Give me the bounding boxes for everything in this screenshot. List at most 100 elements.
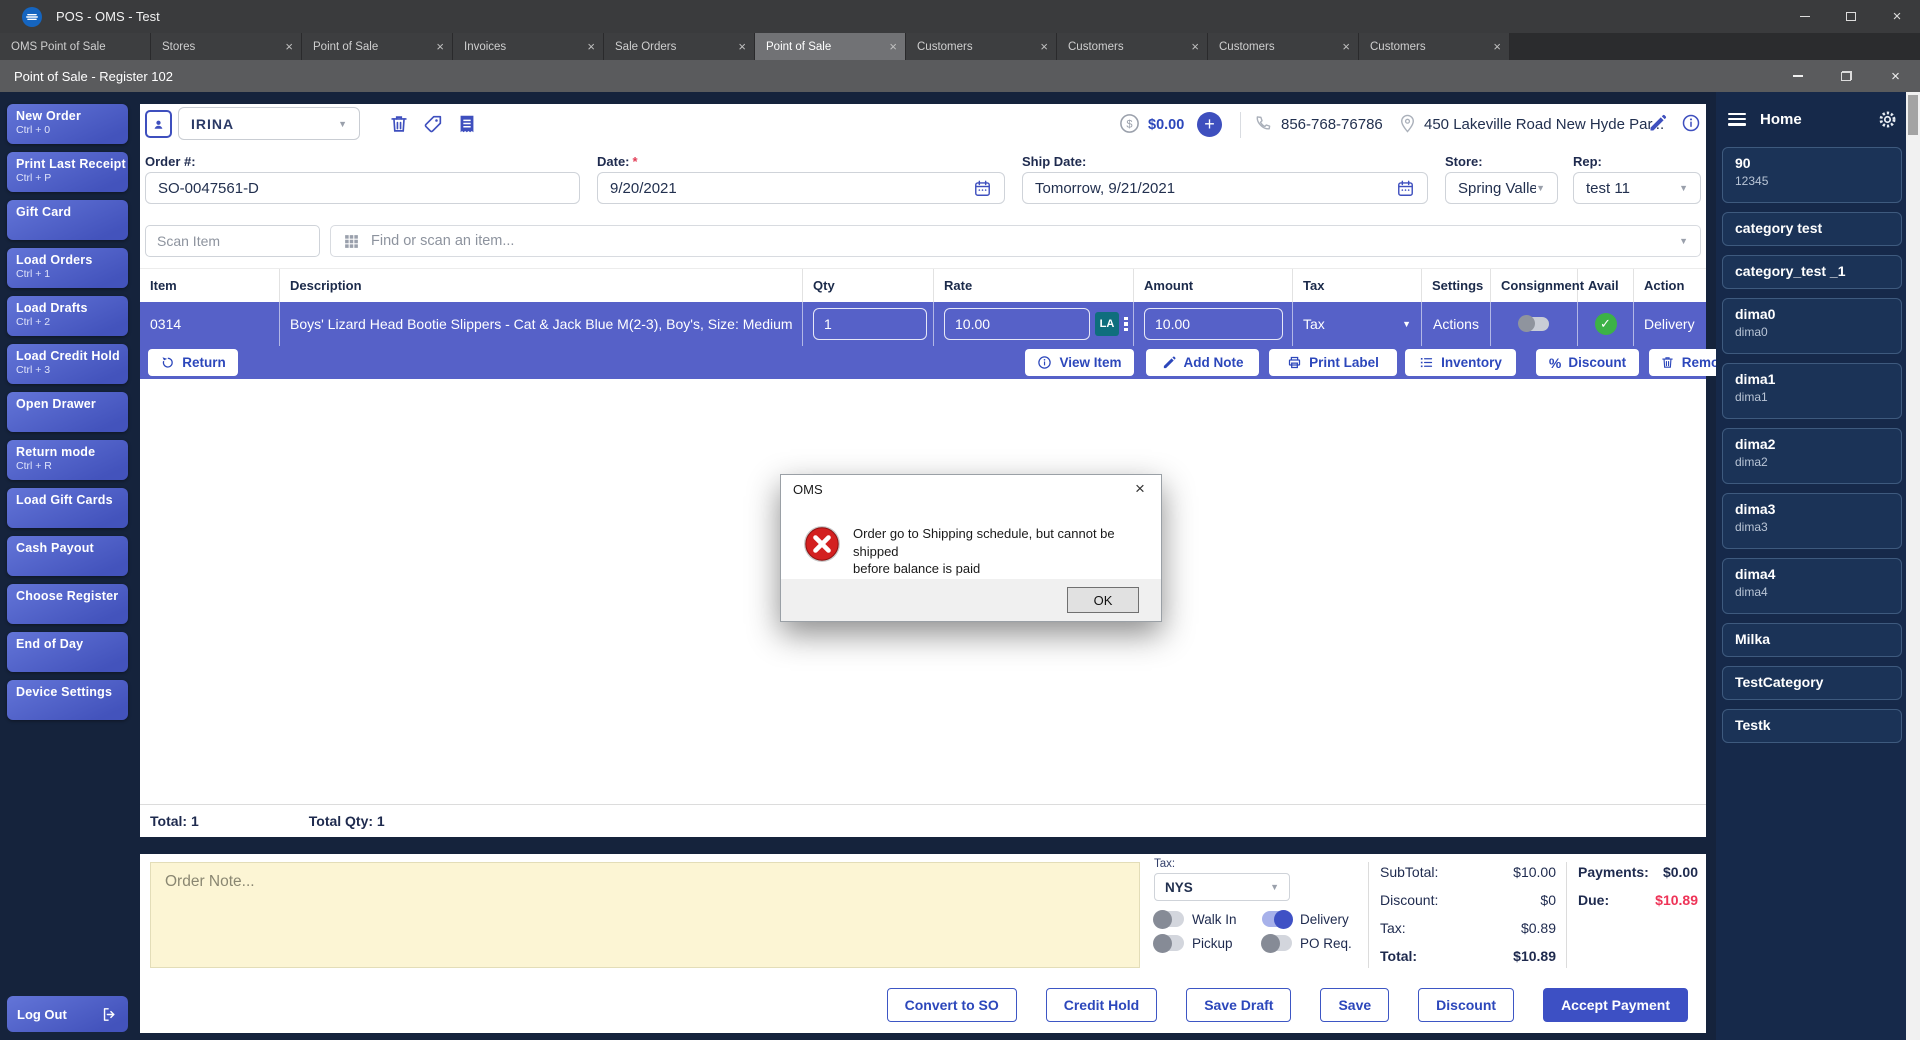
discount-button[interactable]: Discount bbox=[1418, 988, 1515, 1022]
receipt-icon[interactable] bbox=[456, 113, 480, 137]
tab-customers-4[interactable]: Customers × bbox=[1359, 33, 1510, 60]
close-icon[interactable]: × bbox=[1874, 0, 1920, 33]
tab-customers-3[interactable]: Customers × bbox=[1208, 33, 1359, 60]
end-of-day-button[interactable]: End of Day bbox=[7, 632, 128, 672]
minimize-icon[interactable] bbox=[1773, 60, 1822, 92]
minimize-icon[interactable] bbox=[1782, 0, 1828, 33]
pickup-toggle[interactable] bbox=[1153, 933, 1184, 953]
more-options-icon[interactable] bbox=[1124, 316, 1128, 332]
find-item-select[interactable]: Find or scan an item... ▼ bbox=[330, 225, 1701, 257]
info-icon[interactable] bbox=[1681, 113, 1703, 135]
tab-close-icon[interactable]: × bbox=[285, 39, 293, 54]
tab-close-icon[interactable]: × bbox=[1191, 39, 1199, 54]
save-draft-button[interactable]: Save Draft bbox=[1186, 988, 1292, 1022]
view-item-button[interactable]: View Item bbox=[1025, 349, 1134, 376]
qty-input[interactable]: 1 bbox=[813, 308, 927, 340]
print-label-button[interactable]: Print Label bbox=[1269, 349, 1397, 376]
return-mode-button[interactable]: Return mode Ctrl + R bbox=[7, 440, 128, 480]
customer-select[interactable]: IRINA ▼ bbox=[178, 107, 360, 140]
calendar-icon[interactable] bbox=[973, 179, 992, 198]
tab-stores[interactable]: Stores × bbox=[151, 33, 302, 60]
category-card[interactable]: TestCategory bbox=[1722, 666, 1902, 700]
category-card[interactable]: dima2 dima2 bbox=[1722, 428, 1902, 484]
accept-payment-button[interactable]: Accept Payment bbox=[1543, 988, 1688, 1022]
rate-input[interactable]: 10.00 bbox=[944, 308, 1090, 340]
category-card[interactable]: Milka bbox=[1722, 623, 1902, 657]
delivery-toggle[interactable] bbox=[1262, 909, 1293, 929]
category-card[interactable]: dima3 dima3 bbox=[1722, 493, 1902, 549]
open-drawer-button[interactable]: Open Drawer bbox=[7, 392, 128, 432]
credit-hold-button[interactable]: Credit Hold bbox=[1045, 988, 1158, 1022]
customer-card-button[interactable] bbox=[145, 110, 172, 138]
menu-icon[interactable] bbox=[1728, 112, 1746, 126]
delete-customer-icon[interactable] bbox=[388, 113, 412, 137]
return-button[interactable]: Return bbox=[148, 349, 238, 376]
device-settings-button[interactable]: Device Settings bbox=[7, 680, 128, 720]
tab-customers-2[interactable]: Customers × bbox=[1057, 33, 1208, 60]
tax-select[interactable]: Tax ▼ bbox=[1293, 302, 1422, 346]
tab-close-icon[interactable]: × bbox=[436, 39, 444, 54]
category-card[interactable]: category test bbox=[1722, 212, 1902, 246]
category-card[interactable]: Testk bbox=[1722, 709, 1902, 743]
order-note-input[interactable] bbox=[150, 862, 1140, 968]
add-note-button[interactable]: Add Note bbox=[1146, 349, 1259, 376]
settings-actions-button[interactable]: Actions bbox=[1422, 302, 1491, 346]
inventory-button[interactable]: Inventory bbox=[1405, 349, 1516, 376]
ship-date-input[interactable]: Tomorrow, 9/21/2021 bbox=[1022, 172, 1428, 204]
tab-customers-1[interactable]: Customers × bbox=[906, 33, 1057, 60]
price-level-badge[interactable]: LA bbox=[1095, 312, 1119, 336]
new-order-button[interactable]: New Order Ctrl + 0 bbox=[7, 104, 128, 144]
maximize-icon[interactable] bbox=[1828, 0, 1874, 33]
category-card[interactable]: dima0 dima0 bbox=[1722, 298, 1902, 354]
edit-customer-icon[interactable] bbox=[1648, 113, 1670, 135]
close-icon[interactable]: × bbox=[1129, 479, 1151, 499]
load-credit-hold-button[interactable]: Load Credit Hold Ctrl + 3 bbox=[7, 344, 128, 384]
tab-close-icon[interactable]: × bbox=[889, 39, 897, 54]
tab-invoices[interactable]: Invoices × bbox=[453, 33, 604, 60]
tab-point-of-sale[interactable]: Point of Sale × bbox=[302, 33, 453, 60]
gift-card-button[interactable]: Gift Card bbox=[7, 200, 128, 240]
store-select[interactable]: Spring Valle ▼ bbox=[1445, 172, 1558, 204]
load-drafts-button[interactable]: Load Drafts Ctrl + 2 bbox=[7, 296, 128, 336]
restore-icon[interactable] bbox=[1822, 60, 1871, 92]
walk-in-toggle[interactable] bbox=[1153, 909, 1184, 929]
load-orders-button[interactable]: Load Orders Ctrl + 1 bbox=[7, 248, 128, 288]
scrollbar[interactable] bbox=[1906, 92, 1920, 1040]
scan-item-input[interactable] bbox=[145, 225, 320, 257]
rep-select[interactable]: test 11 ▼ bbox=[1573, 172, 1701, 204]
tab-close-icon[interactable]: × bbox=[1493, 39, 1501, 54]
tab-close-icon[interactable]: × bbox=[738, 39, 746, 54]
date-input[interactable]: 9/20/2021 bbox=[597, 172, 1005, 204]
tab-point-of-sale-active[interactable]: Point of Sale × bbox=[755, 33, 906, 60]
consignment-toggle[interactable] bbox=[1518, 315, 1549, 332]
tab-close-icon[interactable]: × bbox=[587, 39, 595, 54]
ok-button[interactable]: OK bbox=[1067, 587, 1139, 613]
add-payment-icon[interactable]: + bbox=[1197, 112, 1222, 137]
scrollbar-thumb[interactable] bbox=[1908, 95, 1918, 135]
category-card[interactable]: 90 12345 bbox=[1722, 147, 1902, 203]
tab-sale-orders[interactable]: Sale Orders × bbox=[604, 33, 755, 60]
tab-oms-point-of-sale[interactable]: OMS Point of Sale bbox=[0, 33, 151, 60]
calendar-icon[interactable] bbox=[1396, 179, 1415, 198]
tab-close-icon[interactable]: × bbox=[1342, 39, 1350, 54]
load-gift-cards-button[interactable]: Load Gift Cards bbox=[7, 488, 128, 528]
print-last-receipt-button[interactable]: Print Last Receipt Ctrl + P bbox=[7, 152, 128, 192]
table-row[interactable]: 0314 Boys' Lizard Head Bootie Slippers -… bbox=[140, 302, 1706, 346]
save-button[interactable]: Save bbox=[1320, 988, 1390, 1022]
tab-close-icon[interactable]: × bbox=[1040, 39, 1048, 54]
tax-group-select[interactable]: NYS ▼ bbox=[1154, 873, 1290, 901]
amount-input[interactable]: 10.00 bbox=[1144, 308, 1283, 340]
log-out-button[interactable]: Log Out bbox=[7, 996, 128, 1032]
cash-payout-button[interactable]: Cash Payout bbox=[7, 536, 128, 576]
order-number-input[interactable]: SO-0047561-D bbox=[145, 172, 580, 204]
choose-register-button[interactable]: Choose Register bbox=[7, 584, 128, 624]
gear-icon[interactable] bbox=[1877, 109, 1898, 130]
close-icon[interactable]: × bbox=[1871, 60, 1920, 92]
category-card[interactable]: dima4 dima4 bbox=[1722, 558, 1902, 614]
po-req-toggle[interactable] bbox=[1261, 933, 1292, 953]
category-card[interactable]: dima1 dima1 bbox=[1722, 363, 1902, 419]
category-card[interactable]: category_test _1 bbox=[1722, 255, 1902, 289]
tag-icon[interactable] bbox=[422, 113, 446, 137]
line-discount-button[interactable]: % Discount bbox=[1536, 349, 1639, 376]
convert-to-so-button[interactable]: Convert to SO bbox=[886, 988, 1017, 1022]
